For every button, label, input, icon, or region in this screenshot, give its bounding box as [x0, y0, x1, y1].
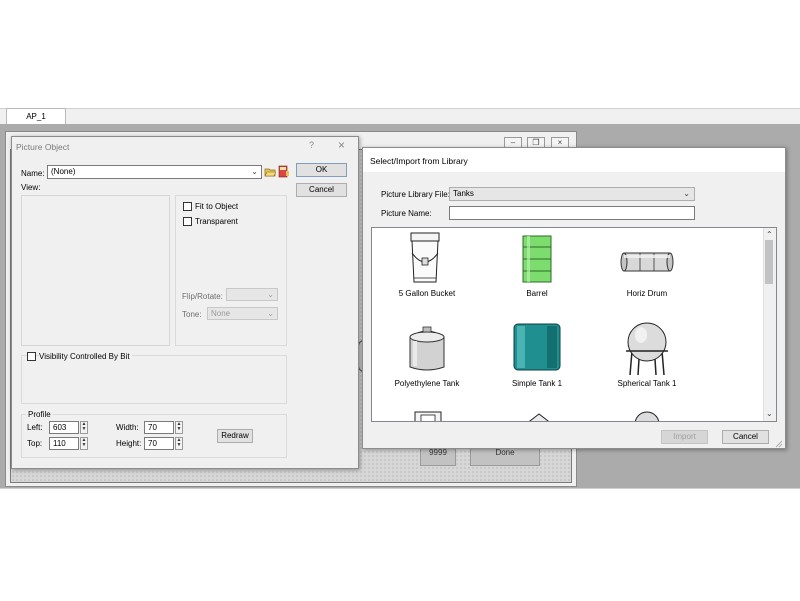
document-tab-strip — [0, 108, 800, 125]
top-spinner[interactable]: ▲ ▼ — [80, 437, 88, 450]
picture-list[interactable]: 5 Gallon Bucket Barrel Horiz Drum Polyet… — [371, 227, 777, 422]
width-spinner[interactable]: ▲ ▼ — [175, 421, 183, 434]
visibility-label: Visibility Controlled By Bit — [39, 352, 132, 361]
scrollbar-thumb[interactable] — [765, 240, 773, 284]
list-item-bucket[interactable]: 5 Gallon Bucket — [372, 231, 482, 301]
tone-select[interactable]: None ⌄ — [207, 307, 278, 320]
canvas-done-box[interactable]: Done — [470, 446, 540, 466]
library-book-icon[interactable] — [277, 165, 289, 178]
library-file-select[interactable]: Tanks ⌄ — [449, 187, 695, 201]
chevron-down-icon: ⌄ — [251, 167, 258, 176]
name-label: Name: — [21, 169, 45, 178]
chevron-down-icon: ⌄ — [267, 309, 274, 318]
spherical-tank-icon — [626, 322, 668, 375]
dialog-title: Picture Object — [16, 142, 70, 152]
picture-name-label: Picture Name: — [381, 209, 432, 218]
left-label: Left: — [27, 423, 43, 432]
list-item-label: 5 Gallon Bucket — [398, 289, 456, 298]
import-button[interactable]: Import — [661, 430, 708, 444]
tank-partial-icon — [414, 411, 442, 421]
list-item-label: Spherical Tank 1 — [617, 379, 677, 388]
fit-to-object-label: Fit to Object — [195, 202, 239, 211]
chevron-down-icon: ⌄ — [683, 189, 690, 198]
library-dialog: Select/Import from Library Picture Libra… — [362, 147, 786, 449]
list-item-barrel[interactable]: Barrel — [482, 231, 592, 301]
transparent-label: Transparent — [195, 217, 238, 226]
library-cancel-button[interactable]: Cancel — [722, 430, 769, 444]
top-input[interactable]: 110 — [49, 437, 79, 450]
bucket-icon — [410, 232, 440, 283]
canvas-value-box[interactable]: 9999 — [420, 446, 456, 466]
chevron-down-icon: ⌄ — [267, 290, 274, 299]
cone-tank-partial-icon — [529, 413, 549, 421]
open-folder-icon[interactable] — [264, 165, 276, 178]
cancel-button[interactable]: Cancel — [296, 183, 347, 197]
transparent-checkbox[interactable] — [183, 217, 192, 226]
list-item-horiz-drum[interactable]: Horiz Drum — [592, 231, 702, 301]
tone-label: Tone: — [182, 310, 202, 319]
left-input[interactable]: 603 — [49, 421, 79, 434]
picture-preview — [21, 195, 170, 346]
resize-grip-icon[interactable] — [773, 438, 783, 448]
close-button[interactable]: × — [338, 138, 345, 152]
list-item-polyethylene-tank[interactable]: Polyethylene Tank — [372, 321, 482, 391]
flip-rotate-label: Flip/Rotate: — [182, 292, 223, 301]
library-file-label: Picture Library File: — [381, 190, 450, 199]
scroll-up-icon[interactable]: ⌃ — [766, 230, 773, 239]
list-item-label: Horiz Drum — [626, 289, 668, 298]
name-value: (None) — [51, 167, 76, 176]
list-item-spherical-tank[interactable]: Spherical Tank 1 — [592, 321, 702, 391]
barrel-icon — [522, 235, 552, 283]
fit-to-object-checkbox[interactable] — [183, 202, 192, 211]
help-button[interactable]: ? — [309, 140, 314, 150]
top-label: Top: — [27, 439, 43, 448]
ok-button[interactable]: OK — [296, 163, 347, 177]
sphere-partial-icon — [634, 411, 660, 421]
library-dialog-title: Select/Import from Library — [370, 156, 468, 166]
status-area — [0, 488, 800, 601]
width-input[interactable]: 70 — [144, 421, 174, 434]
list-item-label: Barrel — [526, 289, 548, 298]
visibility-group — [21, 355, 287, 404]
picture-name-input[interactable] — [449, 206, 695, 220]
polyethylene-tank-icon — [409, 326, 445, 371]
view-label: View: — [21, 183, 41, 192]
list-item-label: Simple Tank 1 — [511, 379, 563, 388]
list-item-label: Polyethylene Tank — [394, 379, 460, 388]
tone-value: None — [211, 309, 231, 318]
flip-rotate-select[interactable]: ⌄ — [226, 288, 278, 301]
picture-object-dialog: Picture Object ? × Name: (None) ⌄ OK Can… — [11, 136, 359, 469]
height-spinner[interactable]: ▲ ▼ — [175, 437, 183, 450]
document-tab-ap1[interactable]: AP_1 — [6, 108, 66, 124]
redraw-button[interactable]: Redraw — [217, 429, 253, 443]
simple-tank-icon — [513, 323, 561, 371]
height-input[interactable]: 70 — [144, 437, 174, 450]
left-spinner[interactable]: ▲ ▼ — [80, 421, 88, 434]
list-item-simple-tank[interactable]: Simple Tank 1 — [482, 321, 592, 391]
name-combo[interactable]: (None) ⌄ — [47, 165, 262, 179]
width-label: Width: — [116, 423, 139, 432]
library-file-value: Tanks — [453, 189, 474, 198]
horizontal-drum-icon — [620, 252, 674, 272]
scroll-down-icon[interactable]: ⌄ — [766, 409, 773, 418]
visibility-checkbox[interactable] — [27, 352, 36, 361]
profile-label: Profile — [26, 410, 53, 419]
height-label: Height: — [116, 439, 142, 448]
